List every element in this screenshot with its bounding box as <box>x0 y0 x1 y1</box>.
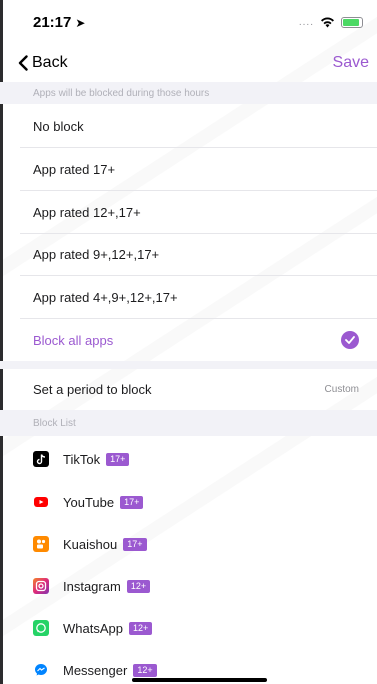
chevron-left-icon <box>18 55 28 71</box>
app-name: Instagram <box>63 578 121 594</box>
rating-badge: 17+ <box>123 537 147 551</box>
option-label: App rated 9+,12+,17+ <box>33 247 160 262</box>
rating-badge: 12+ <box>126 579 151 593</box>
app-row-instagram[interactable]: Instagram 12+ <box>20 565 377 607</box>
option-rated-12-17[interactable]: App rated 12+,17+ <box>20 192 377 234</box>
period-label: Set a period to block <box>33 381 152 397</box>
back-button[interactable]: Back <box>18 54 68 72</box>
whatsapp-icon <box>33 620 49 636</box>
option-rated-17[interactable]: App rated 17+ <box>20 149 377 191</box>
option-label: Block all apps <box>33 332 114 348</box>
option-label: No block <box>33 119 84 134</box>
rating-badge: 17+ <box>106 452 130 466</box>
app-name: Messenger <box>63 662 128 678</box>
wifi-icon <box>321 17 334 27</box>
option-label: App rated 12+,17+ <box>33 205 141 220</box>
rating-badge: 12+ <box>128 621 153 635</box>
app-row-whatsapp[interactable]: WhatsApp 12+ <box>20 607 377 649</box>
app-name: TikTok <box>63 451 101 467</box>
app-name: YouTube <box>63 494 115 510</box>
battery-icon <box>341 16 363 28</box>
back-label: Back <box>32 54 68 71</box>
app-row-kuaishou[interactable]: Kuaishou 17+ <box>20 523 377 565</box>
option-block-all-apps[interactable]: Block all apps <box>20 319 377 361</box>
period-value: Custom <box>324 383 359 395</box>
status-time: 21:17 ➤ <box>33 13 86 31</box>
screen: 21:17 ➤ .... Back Save Apps will be block… <box>0 0 377 684</box>
app-row-youtube[interactable]: YouTube 17+ <box>20 481 377 523</box>
rating-badge: 17+ <box>120 495 144 509</box>
app-name: WhatsApp <box>63 620 123 636</box>
navigation-bar: Back Save <box>0 44 377 82</box>
option-rated-9-12-17[interactable]: App rated 9+,12+,17+ <box>20 234 377 276</box>
option-no-block[interactable]: No block <box>20 106 377 148</box>
status-bar: 21:17 ➤ .... <box>0 0 377 44</box>
instagram-icon <box>33 578 49 594</box>
home-indicator <box>132 678 267 682</box>
app-row-tiktok[interactable]: TikTok 17+ <box>20 438 377 480</box>
status-indicators: .... <box>298 16 363 28</box>
tiktok-icon <box>33 451 49 467</box>
section-header-block-list: Block List <box>0 410 377 436</box>
kuaishou-icon <box>33 536 49 552</box>
youtube-icon <box>33 494 49 510</box>
rating-badge: 12+ <box>133 663 157 677</box>
option-label: App rated 17+ <box>33 162 116 177</box>
set-period-row[interactable]: Set a period to block Custom <box>20 368 377 410</box>
location-icon: ➤ <box>75 15 86 30</box>
save-button[interactable]: Save <box>333 54 369 72</box>
messenger-icon <box>33 662 49 678</box>
signal-icon: .... <box>298 16 314 28</box>
app-name: Kuaishou <box>63 536 118 552</box>
option-rated-4-9-12-17[interactable]: App rated 4+,9+,12+,17+ <box>20 277 377 319</box>
option-label: App rated 4+,9+,12+,17+ <box>33 290 178 305</box>
checkmark-icon <box>341 331 359 349</box>
section-header-blocked-hours: Apps will be blocked during those hours <box>0 82 377 104</box>
